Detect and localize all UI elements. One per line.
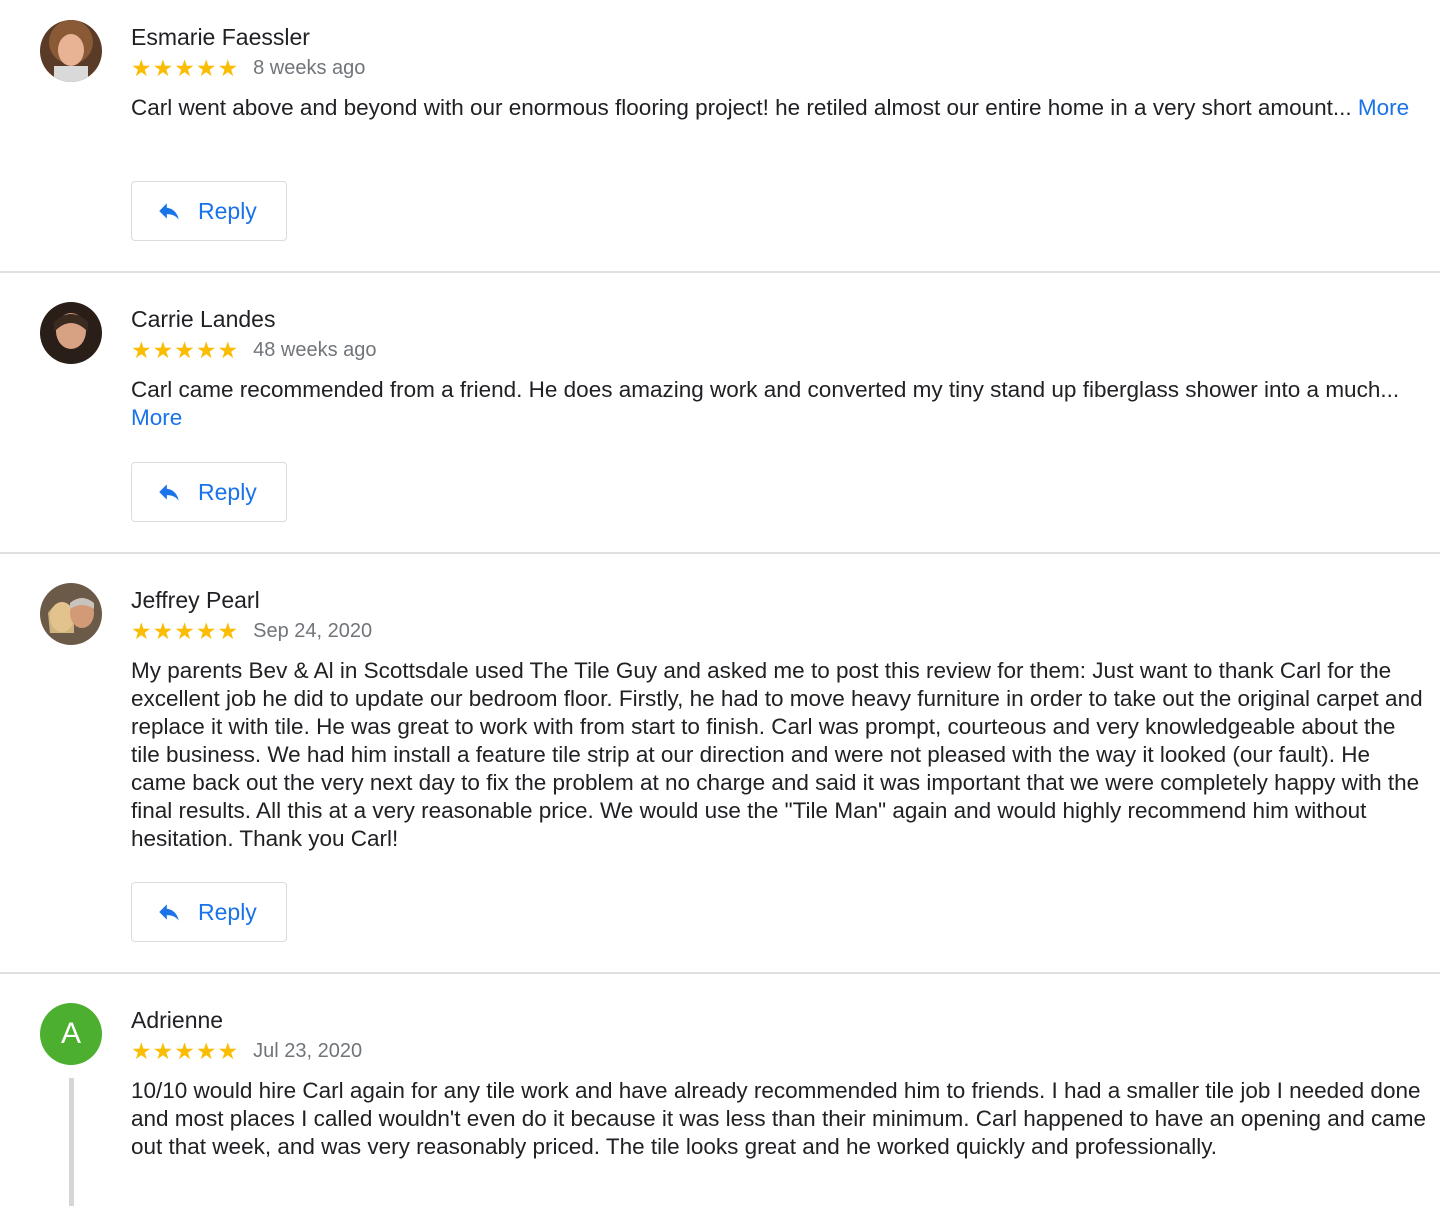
avatar[interactable] [40, 583, 102, 645]
review-text: My parents Bev & Al in Scottsdale used T… [131, 658, 1423, 851]
review-card: Carrie Landes ★★★★★ 48 weeks ago Carl ca… [0, 273, 1440, 554]
more-link[interactable]: More [131, 405, 182, 430]
star-rating: ★★★★★ [131, 55, 240, 81]
reply-label: Reply [198, 478, 257, 505]
more-link[interactable]: More [1358, 95, 1409, 120]
review-meta: ★★★★★ Jul 23, 2020 [131, 1037, 1428, 1065]
review-meta: ★★★★★ Sep 24, 2020 [131, 617, 1428, 645]
reply-label: Reply [198, 898, 257, 925]
review-text-body: Carl came recommended from a friend. He … [131, 377, 1400, 402]
review-meta: ★★★★★ 48 weeks ago [131, 336, 1428, 364]
star-rating: ★★★★★ [131, 1038, 240, 1064]
review-text: Carl came recommended from a friend. He … [131, 376, 1428, 432]
review-meta: ★★★★★ 8 weeks ago [131, 54, 1428, 82]
review-text-body: Carl went above and beyond with our enor… [131, 95, 1358, 120]
reviewer-name[interactable]: Carrie Landes [131, 304, 1428, 334]
reply-button[interactable]: Reply [131, 181, 287, 241]
reply-arrow-icon [159, 484, 179, 501]
star-rating: ★★★★★ [131, 337, 240, 363]
review-date: Sep 24, 2020 [253, 620, 373, 642]
avatar[interactable]: A [40, 1003, 102, 1065]
reviewer-name[interactable]: Jeffrey Pearl [131, 585, 1428, 615]
reply-button[interactable]: Reply [131, 882, 287, 942]
review-text: Carl went above and beyond with our enor… [131, 94, 1428, 122]
review-content: Jeffrey Pearl ★★★★★ Sep 24, 2020 My pare… [131, 585, 1428, 853]
review-date: 48 weeks ago [253, 339, 377, 361]
review-content: Esmarie Faessler ★★★★★ 8 weeks ago Carl … [131, 22, 1428, 122]
review-card: A Adrienne ★★★★★ Jul 23, 2020 10/10 woul… [0, 974, 1440, 1213]
reviewer-name[interactable]: Adrienne [131, 1005, 1428, 1035]
thread-line [69, 1078, 74, 1206]
review-content: Adrienne ★★★★★ Jul 23, 2020 10/10 would … [131, 1005, 1428, 1161]
review-date: Jul 23, 2020 [253, 1040, 363, 1062]
review-date: 8 weeks ago [253, 57, 366, 79]
reply-arrow-icon [159, 203, 179, 220]
avatar[interactable] [40, 20, 102, 82]
review-card: Esmarie Faessler ★★★★★ 8 weeks ago Carl … [0, 0, 1440, 273]
reply-label: Reply [198, 197, 257, 224]
review-content: Carrie Landes ★★★★★ 48 weeks ago Carl ca… [131, 304, 1428, 432]
avatar[interactable] [40, 302, 102, 364]
reply-button[interactable]: Reply [131, 462, 287, 522]
reviewer-name[interactable]: Esmarie Faessler [131, 22, 1428, 52]
reply-arrow-icon [159, 904, 179, 921]
review-text: 10/10 would hire Carl again for any tile… [131, 1078, 1427, 1159]
star-rating: ★★★★★ [131, 618, 240, 644]
review-card: Jeffrey Pearl ★★★★★ Sep 24, 2020 My pare… [0, 554, 1440, 974]
